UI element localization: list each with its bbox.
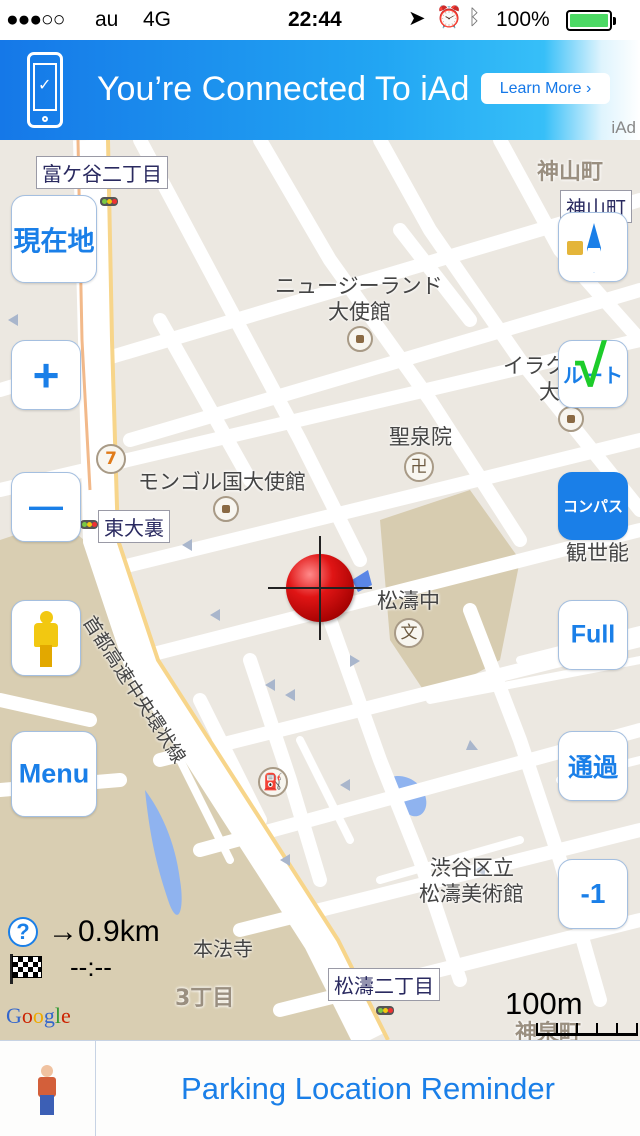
carrier-name: au <box>95 8 119 31</box>
place-label: 本法寺 <box>193 937 253 961</box>
convenience-store-icon: 7 <box>96 444 126 474</box>
scale-bar <box>536 1023 638 1036</box>
network-type: 4G <box>143 8 172 31</box>
school-icon: 文 <box>394 618 424 648</box>
battery-fill <box>570 14 608 27</box>
pedestrian-icon <box>34 1065 60 1115</box>
learn-more-button[interactable]: Learn More › <box>481 73 610 104</box>
battery-icon <box>566 10 616 31</box>
traffic-signal-icon <box>376 1006 394 1015</box>
place-label: 松濤美術館 <box>419 882 524 906</box>
zoom-in-button[interactable]: + <box>11 340 81 410</box>
status-bar: ●●●○○ au 4G 22:44 ➤ ⏰ ᛒ 100% <box>0 0 640 40</box>
alarm-icon: ⏰ <box>436 6 463 29</box>
eta-readout: --:-- <box>70 952 112 982</box>
place-label: 聖泉院 <box>389 425 452 449</box>
fullscreen-button[interactable]: Full <box>558 600 628 670</box>
place-label: 松濤中 <box>377 589 440 613</box>
location-marker[interactable] <box>286 554 354 622</box>
iad-banner[interactable]: ✓ You’re Connected To iAd Learn More › i… <box>0 40 640 140</box>
finish-flag-icon <box>12 956 42 978</box>
temple-icon: 卍 <box>404 452 434 482</box>
lock-icon <box>567 241 583 255</box>
embassy-poi-icon <box>347 326 373 352</box>
street-view-button[interactable] <box>11 600 81 676</box>
battery-percent: 100% <box>496 8 550 31</box>
place-label: 富ケ谷二丁目 <box>36 156 168 189</box>
zoom-out-button[interactable]: — <box>11 472 81 542</box>
compass-needle-icon <box>587 223 601 273</box>
checkmark-icon: √ <box>575 334 607 399</box>
place-label: 東大裏 <box>98 510 170 543</box>
place-label: 3丁目 <box>175 986 235 1011</box>
ad-title: You’re Connected To iAd <box>97 70 470 108</box>
scale-label: 100m <box>505 986 583 1021</box>
menu-button[interactable]: Menu <box>11 731 97 817</box>
pegman-icon <box>34 611 58 667</box>
fuel-station-icon: ⛽ <box>258 767 288 797</box>
app-title: Parking Location Reminder <box>181 1071 555 1106</box>
help-button[interactable]: ? <box>8 917 38 947</box>
compass-lock-button[interactable] <box>558 212 628 282</box>
current-location-button[interactable]: 現在地 <box>11 195 97 283</box>
place-label: 大使館 <box>328 300 391 324</box>
signal-strength: ●●●○○ <box>6 8 65 31</box>
traffic-button[interactable]: 通過 <box>558 731 628 801</box>
compass-button[interactable]: コンパス <box>558 472 628 540</box>
embassy-poi-icon <box>558 406 584 432</box>
place-label: 観世能 <box>566 541 629 565</box>
distance-readout: →0.9km <box>48 915 160 948</box>
google-logo: Google <box>6 1003 71 1028</box>
route-button[interactable]: ルート √ <box>558 334 628 408</box>
minus-one-button[interactable]: -1 <box>558 859 628 929</box>
location-arrow-icon: ➤ <box>408 7 426 30</box>
map-view[interactable]: 富ケ谷二丁目 神山町 神山町 ニュージーランド 大使館 イラク 大使 聖泉院 卍… <box>0 140 640 1040</box>
clock: 22:44 <box>288 8 342 31</box>
embassy-poi-icon <box>213 496 239 522</box>
walker-button[interactable] <box>0 1041 96 1136</box>
place-label: 松濤二丁目 <box>328 968 440 1001</box>
place-label: 神山町 <box>537 160 604 185</box>
bluetooth-icon: ᛒ <box>468 6 481 29</box>
phone-check-icon: ✓ <box>27 52 63 128</box>
bottom-bar[interactable]: Parking Location Reminder <box>0 1040 640 1136</box>
iad-logo: iAd <box>611 118 636 137</box>
traffic-signal-icon <box>80 520 98 529</box>
traffic-signal-icon <box>100 197 118 206</box>
place-label: モンゴル国大使館 <box>138 470 306 494</box>
